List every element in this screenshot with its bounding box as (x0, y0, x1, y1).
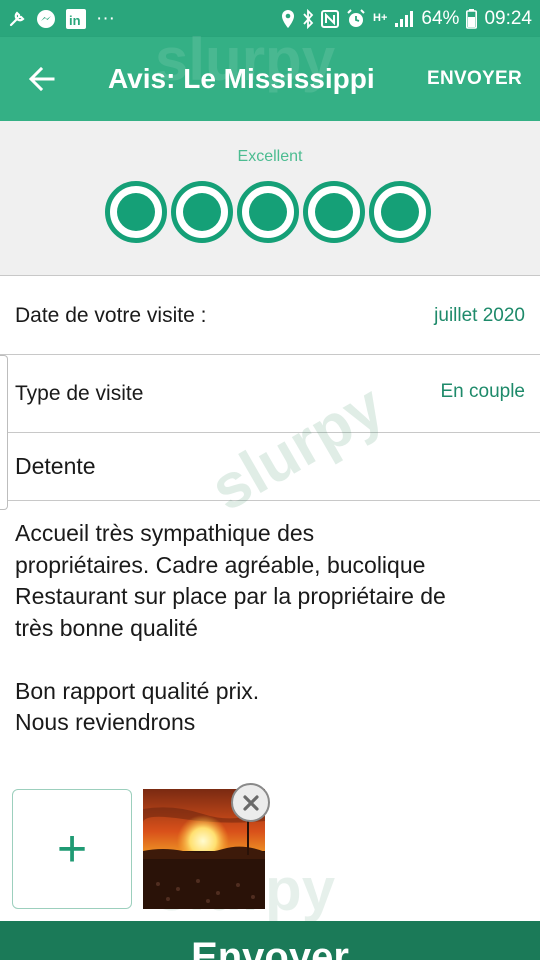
visit-date-value: juillet 2020 (434, 304, 525, 326)
send-button-bottom-label: Envoyer (191, 935, 349, 960)
review-title-text: Detente (15, 453, 96, 479)
visit-type-row[interactable]: Type de visite En couple (0, 355, 540, 433)
network-type-label: H+ (373, 12, 388, 24)
alarm-icon (346, 8, 366, 29)
signal-icon (394, 10, 414, 28)
battery-percent: 64% (421, 7, 460, 29)
back-arrow-icon (28, 66, 55, 92)
rating-bubbles (105, 181, 431, 243)
bubble-fill-icon (249, 193, 287, 231)
remove-photo-button[interactable] (231, 783, 270, 822)
page-title: Avis: Le Mississippi (108, 63, 375, 94)
add-photo-button[interactable]: + (12, 789, 132, 909)
bubble-fill-icon (315, 193, 353, 231)
back-button[interactable] (0, 37, 84, 121)
side-drawer-handle[interactable] (0, 355, 8, 510)
svg-text:in: in (69, 13, 81, 28)
bubble-fill-icon (117, 193, 155, 231)
review-text-field[interactable]: Accueil très sympathique des propriétair… (15, 518, 530, 739)
visit-type-value: En couple (440, 380, 525, 402)
nfc-icon (321, 9, 340, 28)
messenger-icon (36, 9, 56, 29)
rating-bubble-1[interactable] (105, 181, 167, 243)
linkedin-icon: in (66, 8, 86, 29)
rating-bubble-3[interactable] (237, 181, 299, 243)
bubble-fill-icon (381, 193, 419, 231)
wrench-icon (8, 10, 26, 28)
more-notifications-indicator: ··· (96, 7, 115, 29)
bubble-fill-icon (183, 193, 221, 231)
status-bar: in ··· H+ 64% 09:24 (0, 0, 540, 37)
app-bar: Avis: Le Mississippi ENVOYER (0, 37, 540, 121)
send-button-bottom[interactable]: Envoyer (0, 921, 540, 960)
battery-icon (466, 8, 478, 29)
rating-label: Excellent (237, 148, 303, 165)
send-button-top[interactable]: ENVOYER (409, 68, 540, 90)
bluetooth-icon (302, 8, 314, 29)
visit-type-label: Type de visite (15, 381, 144, 405)
review-paragraph-2: Bon rapport qualité prix. Nous reviendro… (15, 677, 260, 736)
rating-bubble-2[interactable] (171, 181, 233, 243)
close-icon (242, 794, 259, 811)
rating-bubble-4[interactable] (303, 181, 365, 243)
rating-section: Excellent (0, 121, 540, 276)
review-title-field[interactable]: Detente (0, 433, 540, 501)
clock: 09:24 (484, 7, 532, 29)
rating-bubble-5[interactable] (369, 181, 431, 243)
visit-date-label: Date de votre visite : (15, 303, 207, 327)
review-paragraph-1: Accueil très sympathique des propriétair… (15, 520, 446, 641)
location-icon (281, 9, 295, 29)
visit-date-row[interactable]: Date de votre visite : juillet 2020 (0, 277, 540, 355)
plus-icon: + (56, 820, 88, 878)
